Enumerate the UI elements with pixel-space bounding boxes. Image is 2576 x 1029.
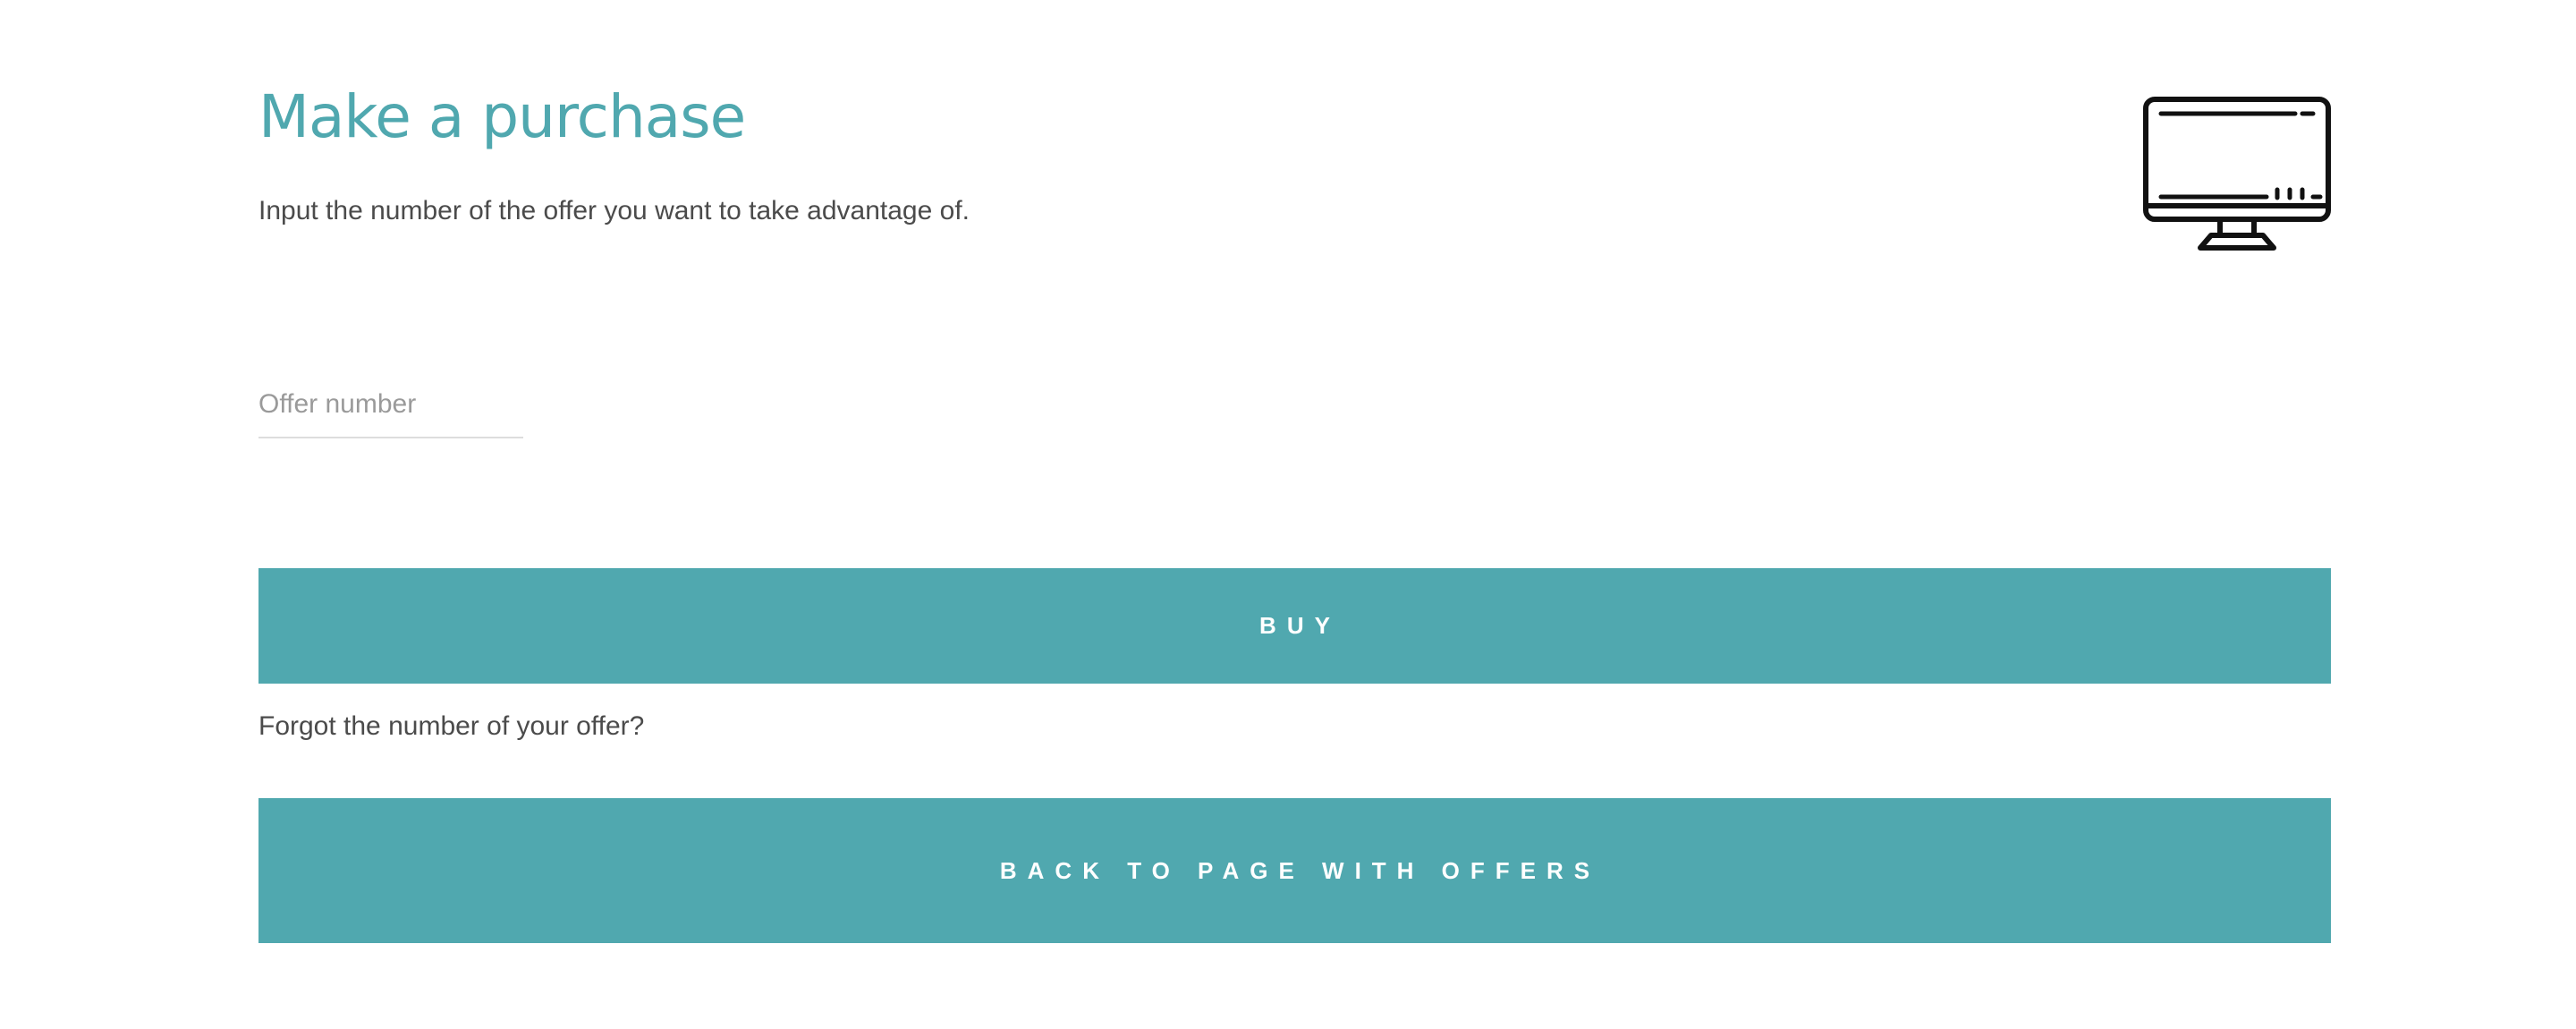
offer-number-input[interactable]: [258, 372, 523, 438]
back-to-offers-button[interactable]: BACK TO PAGE WITH OFFERS: [258, 798, 2331, 943]
page-title: Make a purchase: [258, 82, 746, 151]
page-subtitle: Input the number of the offer you want t…: [258, 196, 970, 225]
buy-button[interactable]: BUY: [258, 568, 2331, 684]
monitor-icon: [2143, 97, 2331, 251]
forgot-offer-text: Forgot the number of your offer?: [258, 711, 645, 741]
